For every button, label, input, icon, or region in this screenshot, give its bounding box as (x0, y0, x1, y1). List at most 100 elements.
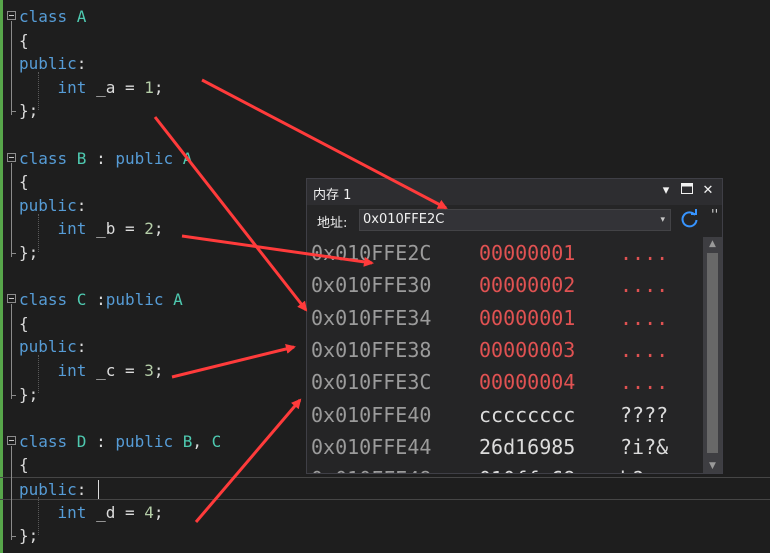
code-line[interactable]: public: (0, 52, 770, 75)
memory-row[interactable]: 0x010FFE38 00000003.... (307, 334, 703, 366)
code-text: int _a = 1; (19, 76, 164, 99)
code-token: { (19, 455, 29, 475)
memory-row[interactable]: 0x010FFE48 010ffe68 h?.. (307, 463, 703, 473)
code-token: }; (19, 526, 39, 546)
collapse-icon[interactable] (7, 11, 16, 20)
memory-address: 0x010FFE30 (311, 273, 432, 298)
memory-row[interactable]: 0x010FFE2C 00000001.... (307, 237, 703, 269)
window-dropdown-icon[interactable]: ▾ (657, 182, 675, 200)
memory-row[interactable]: 0x010FFE44 26d16985 ?i?& (307, 431, 703, 463)
memory-ascii: ?i?& (620, 434, 669, 459)
code-token: class (19, 431, 68, 451)
code-token: ; (153, 361, 164, 380)
memory-ascii: .... (620, 370, 669, 395)
code-line[interactable]: }; (0, 99, 770, 122)
close-icon[interactable]: ✕ (699, 182, 717, 200)
code-text: { (19, 453, 29, 476)
scroll-up-icon[interactable]: ▲ (703, 237, 722, 251)
code-token: C (211, 431, 222, 451)
address-bar: 地址: 0x010FFE2C ▾ '' (307, 206, 722, 234)
code-text: }; (19, 99, 38, 122)
code-token: , (192, 431, 212, 451)
code-line[interactable]: int _d = 4; (0, 501, 770, 524)
memory-address: 0x010FFE38 (311, 337, 432, 362)
code-token: : (76, 480, 87, 499)
code-token: int (57, 502, 87, 522)
code-text: public: (19, 478, 86, 501)
memory-value: 00000004 (479, 370, 576, 395)
fold-guide-end (11, 253, 16, 254)
fold-guide (11, 445, 12, 541)
code-text: { (19, 312, 29, 335)
code-token: int (57, 361, 87, 380)
scroll-down-icon[interactable]: ▼ (703, 459, 722, 473)
code-token: class (19, 148, 68, 168)
scroll-thumb[interactable] (707, 253, 718, 453)
memory-row[interactable]: 0x010FFE40 cccccccc???? (307, 399, 703, 431)
memory-rows[interactable]: 0x010FFE2C 00000001.... 0x010FFE30 00000002… (307, 237, 703, 473)
code-text: int _b = 2; (19, 217, 164, 240)
memory-address: 0x010FFE3C (311, 370, 432, 395)
code-token: : (86, 148, 116, 168)
memory-value: 00000003 (479, 337, 576, 362)
code-line[interactable]: class B : public A (0, 147, 770, 170)
memory-window-title: 内存 1 (313, 188, 352, 203)
fold-guide-end (11, 111, 16, 113)
more-options-icon[interactable]: '' (711, 208, 718, 223)
code-token: int (57, 219, 87, 239)
code-token: A (163, 290, 183, 310)
code-token: public (105, 290, 164, 310)
memory-ascii: .... (620, 337, 669, 362)
memory-ascii: .... (620, 273, 669, 298)
refresh-icon[interactable] (680, 209, 700, 229)
code-token: }; (19, 243, 39, 262)
code-token: public (19, 54, 77, 74)
code-line[interactable]: { (0, 29, 770, 52)
collapse-icon[interactable] (7, 435, 16, 445)
code-token: : (76, 195, 87, 215)
memory-row[interactable]: 0x010FFE34 00000001.... (307, 302, 703, 334)
memory-address: 0x010FFE44 (311, 434, 432, 459)
code-token: ; (153, 219, 164, 239)
code-text: public: (19, 335, 86, 358)
code-token: D (67, 431, 87, 451)
code-line[interactable]: }; (0, 524, 770, 547)
window-pin-icon[interactable] (678, 182, 696, 200)
code-token: : (86, 431, 116, 451)
memory-window-titlebar[interactable]: 内存 1 ▾ ✕ (307, 179, 722, 205)
address-dropdown-icon[interactable]: ▾ (660, 210, 665, 230)
code-token: A (67, 7, 87, 26)
code-token: : (76, 337, 87, 357)
code-token: _c = (86, 361, 145, 380)
memory-value: 26d16985 (479, 434, 576, 459)
fold-guide (11, 21, 12, 116)
code-text: class B : public A (19, 147, 192, 170)
code-line[interactable]: public: (0, 477, 770, 500)
collapse-icon[interactable] (7, 152, 16, 162)
code-token: }; (19, 101, 39, 121)
memory-ascii: .... (620, 241, 669, 265)
address-input[interactable]: 0x010FFE2C ▾ (359, 209, 671, 231)
memory-row[interactable]: 0x010FFE30 00000002.... (307, 269, 703, 301)
memory-address: 0x010FFE48 (311, 463, 431, 473)
memory-window[interactable]: 内存 1 ▾ ✕ 地址: 0x010FFE2C ▾ '' 0x010FFE2C 0… (306, 178, 723, 474)
collapse-icon[interactable] (7, 294, 16, 304)
code-token: _d = (86, 502, 145, 522)
code-token: _a = (86, 77, 145, 97)
code-token: B (173, 431, 193, 451)
code-token: 2 (144, 219, 154, 239)
vertical-scrollbar[interactable]: ▲ ▼ (703, 237, 722, 473)
code-line[interactable] (0, 123, 770, 146)
code-text: class D : public B, C (19, 430, 221, 453)
code-line[interactable]: int _a = 1; (0, 76, 770, 99)
memory-value: cccccccc (479, 402, 576, 427)
code-text: }; (19, 241, 38, 264)
code-line[interactable]: class A (0, 5, 770, 28)
fold-guide-end (11, 394, 16, 396)
code-text: public: (19, 194, 86, 217)
code-text: }; (19, 524, 38, 547)
memory-row[interactable]: 0x010FFE3C 00000004.... (307, 366, 703, 398)
code-text: { (19, 170, 29, 193)
indent-guide (38, 72, 39, 110)
code-token: 1 (144, 77, 154, 97)
